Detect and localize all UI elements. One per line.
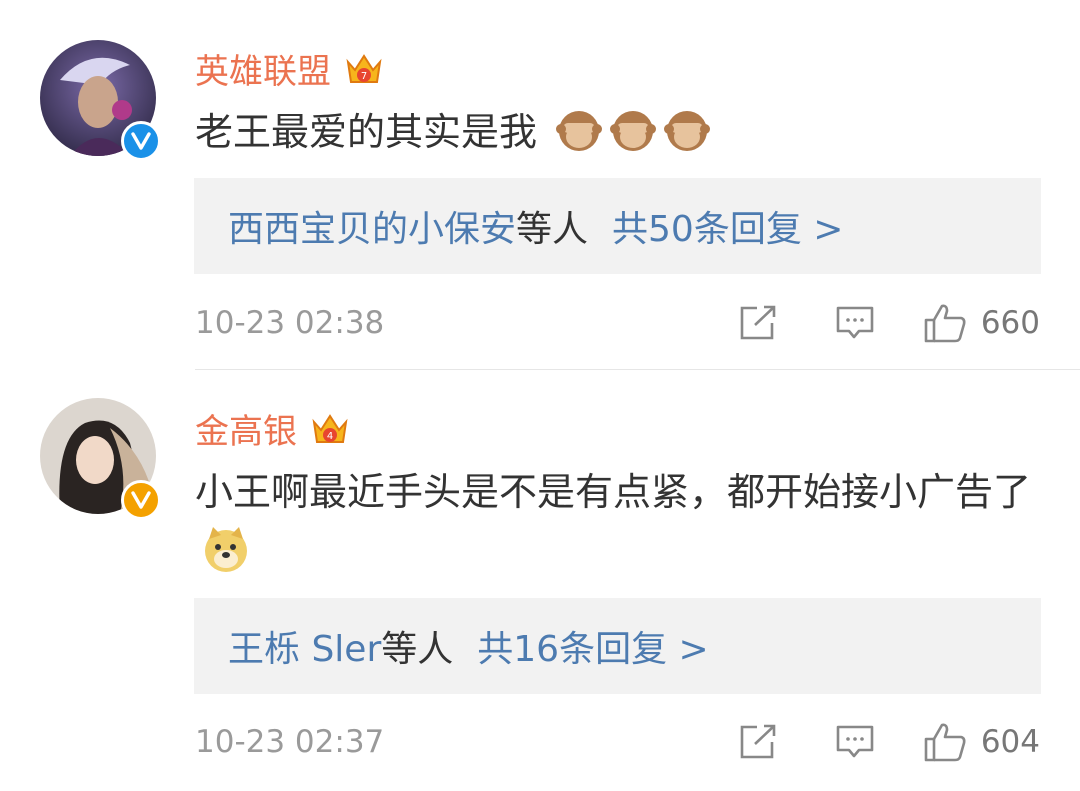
comment-icon	[836, 725, 874, 758]
reply-etc-label: 等人	[516, 209, 589, 250]
comment-item: 金高银 4 小王啊最近手头是不是有点紧，都开始接小广告了 王栎 Sler 等人 …	[0, 370, 1080, 791]
comment-text: 小王啊最近手头是不是有点紧，都开始接小广告了	[195, 462, 1050, 592]
reply-users-link[interactable]: 王栎 Sler	[228, 620, 381, 672]
share-button[interactable]	[739, 305, 777, 341]
see-no-evil-monkey-icon	[663, 107, 711, 172]
like-button[interactable]: 660	[923, 302, 1040, 344]
username-text[interactable]: 英雄联盟	[195, 44, 331, 93]
crown-icon: 7	[346, 53, 382, 83]
comment-button[interactable]	[835, 724, 875, 760]
reply-users-link[interactable]: 西西宝贝的小保安	[228, 200, 516, 252]
username[interactable]: 金高银 4	[195, 404, 351, 453]
comment-actions: 604	[739, 721, 1040, 763]
comment-body: 老王最爱的其实是我	[195, 110, 538, 154]
share-icon	[740, 305, 776, 340]
replies-preview[interactable]: 王栎 Sler 等人 共16条回复 >	[194, 598, 1041, 694]
comment-text: 老王最爱的其实是我	[195, 102, 1055, 172]
username[interactable]: 英雄联盟 7	[195, 44, 385, 93]
share-button[interactable]	[739, 724, 777, 760]
timestamp: 10-23 02:37	[195, 724, 385, 760]
svg-text:7: 7	[361, 71, 367, 82]
username-text[interactable]: 金高银	[195, 404, 297, 453]
see-no-evil-monkey-icon	[555, 107, 603, 172]
reply-count-link[interactable]: 共16条回复 >	[477, 620, 708, 672]
svg-text:4: 4	[327, 431, 333, 442]
doge-icon	[201, 525, 251, 592]
like-count: 604	[980, 724, 1040, 760]
see-no-evil-monkey-icon	[609, 107, 657, 172]
comment-item: 英雄联盟 7 老王最爱的其实是我 西西宝贝的小保安 等人 共50条回复 > 10…	[0, 0, 1080, 370]
like-button[interactable]: 604	[923, 721, 1040, 763]
comment-icon	[836, 306, 874, 339]
comment-body: 小王啊最近手头是不是有点紧，都开始接小广告了	[195, 470, 1032, 514]
timestamp: 10-23 02:38	[195, 305, 385, 341]
crown-icon: 4	[312, 413, 348, 443]
comment-meta: 10-23 02:37 604	[195, 717, 1040, 767]
reply-etc-label: 等人	[381, 629, 454, 670]
comment-meta: 10-23 02:38 660	[195, 298, 1040, 348]
thumbs-up-icon	[924, 723, 966, 762]
thumbs-up-icon	[924, 304, 966, 343]
reply-count-link[interactable]: 共50条回复 >	[612, 200, 843, 252]
replies-preview[interactable]: 西西宝贝的小保安 等人 共50条回复 >	[194, 178, 1041, 274]
like-count: 660	[980, 305, 1040, 341]
comment-button[interactable]	[835, 305, 875, 341]
verified-v-icon	[121, 121, 161, 161]
comment-actions: 660	[739, 302, 1040, 344]
share-icon	[740, 724, 776, 759]
verified-v-icon	[121, 480, 161, 520]
